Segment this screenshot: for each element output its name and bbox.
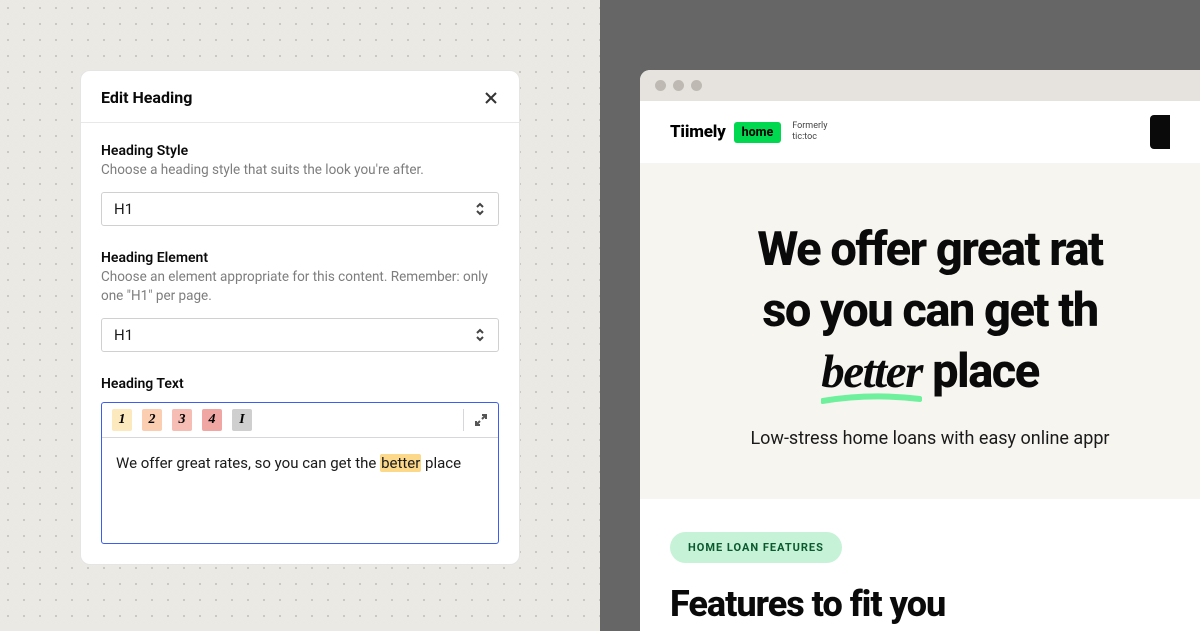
heading-text-section: Heading Text 1 2 3 4 I We offer great ra… (101, 376, 499, 544)
hero-section: We offer great rat so you can get th bet… (640, 164, 1200, 499)
heading-text-input[interactable]: We offer great rates, so you can get the… (102, 438, 498, 543)
logo-badge: home (734, 122, 782, 143)
italic-button[interactable]: I (232, 409, 252, 431)
text-post: place (421, 454, 461, 472)
heading-element-label: Heading Element (101, 250, 499, 266)
heading-element-value: H1 (114, 326, 133, 344)
hero-line1: We offer great rat (695, 219, 1165, 280)
edit-heading-card: Edit Heading Heading Style Choose a head… (80, 70, 520, 565)
hero-subheading: Low-stress home loans with easy online a… (695, 428, 1165, 449)
heading-element-section: Heading Element Choose an element approp… (101, 250, 499, 352)
heading-style-hint: Choose a heading style that suits the lo… (101, 161, 499, 180)
text-pre: We offer great rates, so you can get the (116, 454, 380, 472)
traffic-light-icon (691, 80, 702, 91)
traffic-light-icon (673, 80, 684, 91)
card-header: Edit Heading (81, 71, 519, 123)
browser-window: Tiimely home Formerly tic:toc We offer g… (640, 70, 1200, 631)
style-1-button[interactable]: 1 (112, 409, 132, 431)
heading-style-label: Heading Style (101, 143, 499, 159)
card-body: Heading Style Choose a heading style tha… (81, 123, 519, 564)
expand-icon[interactable] (463, 409, 488, 431)
editor-panel: Edit Heading Heading Style Choose a head… (0, 0, 600, 631)
style-4-button[interactable]: 4 (202, 409, 222, 431)
chevron-updown-icon (474, 328, 486, 342)
card-title: Edit Heading (101, 88, 192, 107)
features-section: HOME LOAN FEATURES Features to fit you (640, 499, 1200, 625)
heading-text-label: Heading Text (101, 376, 499, 392)
style-3-button[interactable]: 3 (172, 409, 192, 431)
underline-swoosh-icon (821, 392, 922, 406)
hero-emphasis-word: better (821, 342, 922, 403)
heading-style-select[interactable]: H1 (101, 192, 499, 226)
heading-text-editor: 1 2 3 4 I We offer great rates, so you c… (101, 402, 499, 544)
logo-text: Tiimely (670, 122, 726, 142)
hero-line2: so you can get th (695, 280, 1165, 341)
features-pill: HOME LOAN FEATURES (670, 532, 842, 563)
close-icon[interactable] (483, 90, 499, 106)
text-highlight: better (380, 454, 421, 472)
heading-element-select[interactable]: H1 (101, 318, 499, 352)
heading-style-value: H1 (114, 200, 133, 218)
site-header: Tiimely home Formerly tic:toc (640, 101, 1200, 164)
chevron-updown-icon (474, 202, 486, 216)
preview-panel: Tiimely home Formerly tic:toc We offer g… (600, 0, 1200, 631)
heading-element-hint: Choose an element appropriate for this c… (101, 268, 499, 306)
browser-chrome (640, 70, 1200, 101)
style-2-button[interactable]: 2 (142, 409, 162, 431)
hero-line3-post: place (922, 344, 1039, 399)
hero-heading: We offer great rat so you can get th bet… (695, 219, 1165, 403)
traffic-light-icon (655, 80, 666, 91)
menu-button[interactable] (1150, 115, 1170, 149)
heading-style-section: Heading Style Choose a heading style tha… (101, 143, 499, 226)
formerly-label: Formerly tic:toc (792, 121, 827, 143)
hero-line3: better place (695, 341, 1165, 403)
features-heading: Features to fit you (670, 583, 1170, 625)
text-toolbar: 1 2 3 4 I (102, 403, 498, 438)
